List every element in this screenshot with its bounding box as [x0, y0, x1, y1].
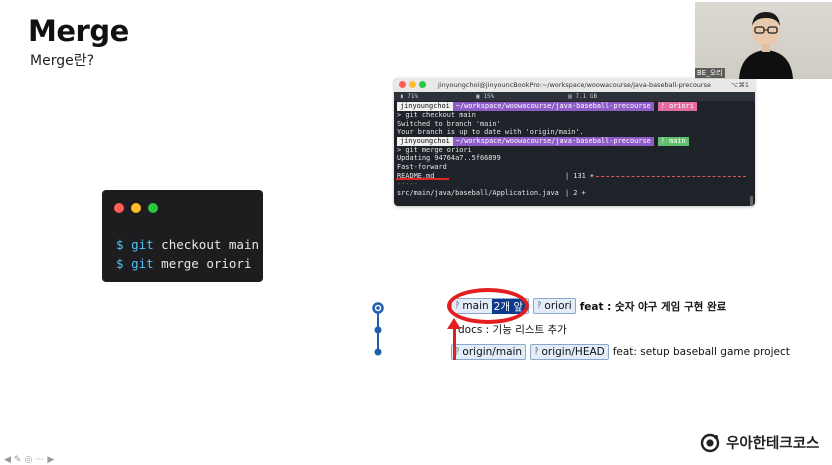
terminal-shortcut: ⌥⌘1	[730, 81, 749, 89]
slide-subtitle: Merge란?	[30, 53, 95, 69]
branch-name: oriori	[669, 102, 694, 111]
commit-message: docs : 기능 리스트 추가	[458, 324, 567, 336]
output-line: README.md | 131 +	[397, 172, 752, 181]
code-lines: $ git checkout main $ git merge oriori	[116, 235, 259, 273]
command-keyword: git	[131, 256, 154, 271]
window-controls	[114, 203, 158, 213]
memory-status: 7.1 GB	[575, 93, 598, 100]
branch-icon: ᚹ	[660, 102, 665, 111]
code-snippet-card: $ git checkout main $ git merge oriori	[102, 190, 263, 282]
presenter-image	[739, 12, 793, 79]
close-dot-icon	[114, 203, 124, 213]
terminal-title: jinyoungchoi@jinyouncBookPro:~/workspace…	[438, 81, 711, 89]
branch-icon: ᚹ	[534, 347, 540, 357]
commit-node[interactable]	[374, 326, 382, 334]
diff-stat: | 131 +	[565, 171, 595, 180]
branch-label: origin/main	[462, 346, 523, 358]
prompt-caret: >	[397, 145, 402, 154]
output-line: src/main/java/baseball/Application.java …	[397, 189, 752, 198]
terminal-window[interactable]: jinyoungchoi@jinyouncBookPro:~/workspace…	[394, 78, 755, 206]
output-line: Your branch is up to date with 'origin/m…	[397, 128, 584, 137]
prompt-symbol: $	[116, 237, 124, 252]
code-line: $ git checkout main	[116, 235, 259, 254]
prompt-branch: ᚹ oriori	[657, 102, 697, 111]
commit-row[interactable]: docs : 기능 리스트 추가	[458, 322, 567, 337]
maximize-dot-icon	[148, 203, 158, 213]
branch-name: main	[669, 136, 686, 145]
prompt-path: ~/workspace/woowacourse/java-baseball-pr…	[452, 136, 654, 146]
code-line: $ git merge oriori	[116, 254, 259, 273]
prompt-line: jinyoungchoi ~/workspace/woowacourse/jav…	[397, 102, 752, 111]
battery-icon: ▮	[400, 93, 404, 100]
prompt-path: ~/workspace/woowacourse/java-baseball-pr…	[452, 102, 654, 111]
previous-slide-icon[interactable]: ◀	[4, 455, 11, 465]
terminal-titlebar[interactable]: jinyoungchoi@jinyouncBookPro:~/workspace…	[394, 78, 755, 92]
diff-bar	[596, 175, 746, 181]
commit-message: feat: setup baseball game project	[612, 346, 790, 358]
minimize-dot-icon	[131, 203, 141, 213]
more-options-icon[interactable]: ⋯	[35, 455, 44, 465]
branch-tag-oriori[interactable]: ᚹ oriori	[533, 298, 576, 314]
command-args: checkout main	[153, 237, 259, 252]
brand-logo: 우아한테크코스	[700, 432, 819, 453]
prompt-symbol: $	[116, 256, 124, 271]
output-line: Fast-forward	[397, 162, 447, 171]
pen-icon[interactable]: ✎	[14, 455, 22, 465]
presenter-name-tag: BE_오리	[695, 68, 725, 78]
fast-forward-underline	[396, 178, 449, 180]
presentation-toolbar: ◀ ✎ ◎ ⋯ ▶	[4, 455, 54, 465]
prompt-user: jinyoungchoi	[397, 102, 453, 111]
commit-message: feat : 숫자 야구 게임 구현 완료	[579, 300, 727, 313]
commit-row[interactable]: ᚹ origin/main ᚹ origin/HEAD feat: setup …	[451, 344, 790, 360]
logo-icon	[700, 433, 720, 452]
slide-title: Merge	[28, 14, 129, 48]
diff-stat: | 2 +	[565, 188, 586, 197]
terminal-output[interactable]: jinyoungchoi ~/workspace/woowacourse/jav…	[394, 101, 755, 197]
webcam-video: BE_오리	[695, 2, 832, 79]
command-text: git merge oriori	[405, 145, 472, 154]
branch-tag-origin-head[interactable]: ᚹ origin/HEAD	[530, 344, 609, 360]
terminal-scrollbar[interactable]	[750, 196, 753, 206]
prompt-caret: >	[397, 111, 402, 119]
branch-label: oriori	[544, 300, 572, 312]
prompt-user: jinyoungchoi	[397, 136, 453, 146]
output-line: -----	[397, 180, 418, 189]
commit-node[interactable]	[374, 348, 382, 356]
command-keyword: git	[131, 237, 154, 252]
annotation-arrow	[453, 326, 456, 360]
command-text: git checkout main	[405, 111, 476, 119]
cpu-icon: ▣	[476, 93, 480, 100]
output-line: Updating 94764a7..5f66899	[397, 154, 501, 163]
cpu-status: 15%	[483, 93, 495, 100]
logo-text: 우아한테크코스	[726, 436, 820, 452]
next-slide-icon[interactable]: ▶	[47, 455, 54, 465]
commit-graph	[372, 302, 384, 356]
diff-file: src/main/java/baseball/Application.java	[397, 188, 559, 197]
output-line: Switched to branch 'main'	[397, 119, 501, 128]
prompt-line: jinyoungchoi ~/workspace/woowacourse/jav…	[397, 136, 752, 146]
battery-status: 71%	[407, 93, 419, 100]
annotation-arrow-head	[447, 318, 461, 329]
zoom-icon[interactable]: ◎	[24, 455, 32, 465]
command-args: merge oriori	[153, 256, 252, 271]
memory-icon: ▤	[568, 93, 572, 100]
branch-tag-origin-main[interactable]: ᚹ origin/main	[451, 344, 527, 360]
branch-icon: ᚹ	[537, 301, 543, 311]
branch-icon: ᚹ	[660, 136, 665, 145]
command-line: > git checkout main	[397, 111, 752, 120]
command-line: > git merge oriori	[397, 146, 752, 155]
branch-label: origin/HEAD	[541, 346, 605, 358]
prompt-branch: ᚹ main	[657, 136, 689, 146]
terminal-status-bar: ▮ 71% ▣ 15% ▤ 7.1 GB	[394, 92, 755, 101]
